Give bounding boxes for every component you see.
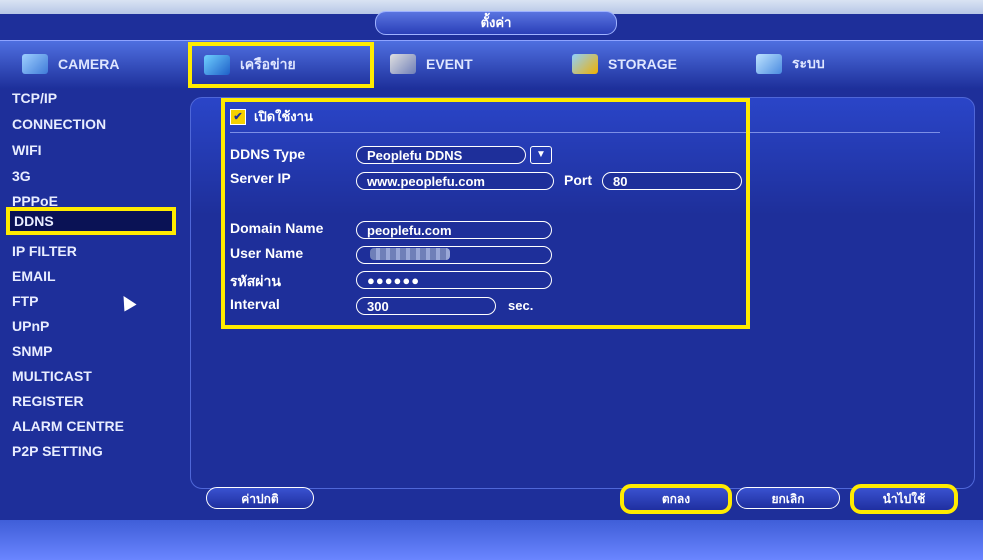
sidebar-item-snmp[interactable]: SNMP <box>12 343 52 359</box>
sidebar-item-tcpip[interactable]: TCP/IP <box>12 90 57 106</box>
apply-button[interactable]: นำไปใช้ <box>850 484 958 514</box>
event-icon <box>390 54 416 74</box>
sidebar-item-alarm-centre[interactable]: ALARM CENTRE <box>12 418 124 434</box>
tab-system[interactable]: ระบบ <box>756 47 825 81</box>
tab-event[interactable]: EVENT <box>390 47 473 81</box>
default-button[interactable]: ค่าปกติ <box>206 487 314 509</box>
tab-camera[interactable]: CAMERA <box>22 47 119 81</box>
sidebar: TCP/IP CONNECTION WIFI 3G PPPoE DDNS IP … <box>0 88 185 508</box>
cancel-button[interactable]: ยกเลิก <box>736 487 840 509</box>
tab-bar: CAMERA เครือข่าย EVENT STORAGE ระบบ <box>0 40 983 89</box>
tab-network[interactable]: เครือข่าย <box>188 42 374 88</box>
bottom-strip <box>0 520 983 560</box>
tab-system-label: ระบบ <box>792 55 825 71</box>
system-icon <box>756 54 782 74</box>
sidebar-item-ip-filter[interactable]: IP FILTER <box>12 243 77 259</box>
camera-icon <box>22 54 48 74</box>
network-icon <box>204 55 230 75</box>
tab-storage[interactable]: STORAGE <box>572 47 677 81</box>
ok-button[interactable]: ตกลง <box>620 484 732 514</box>
sidebar-item-ftp[interactable]: FTP <box>12 293 38 309</box>
window-title: ตั้งค่า <box>375 11 617 35</box>
tab-network-label: เครือข่าย <box>240 56 296 72</box>
tab-camera-label: CAMERA <box>58 56 120 72</box>
sidebar-item-register[interactable]: REGISTER <box>12 393 84 409</box>
sidebar-item-wifi[interactable]: WIFI <box>12 142 42 158</box>
storage-icon <box>572 54 598 74</box>
tab-event-label: EVENT <box>426 56 473 72</box>
sidebar-item-ddns[interactable]: DDNS <box>6 207 176 235</box>
sidebar-item-upnp[interactable]: UPnP <box>12 318 49 334</box>
sidebar-item-email[interactable]: EMAIL <box>12 268 56 284</box>
sidebar-item-p2p-setting[interactable]: P2P SETTING <box>12 443 103 459</box>
sidebar-item-multicast[interactable]: MULTICAST <box>12 368 92 384</box>
settings-highlight-box <box>221 98 750 329</box>
sidebar-item-3g[interactable]: 3G <box>12 168 31 184</box>
sidebar-item-connection[interactable]: CONNECTION <box>12 116 106 132</box>
tab-storage-label: STORAGE <box>608 56 677 72</box>
